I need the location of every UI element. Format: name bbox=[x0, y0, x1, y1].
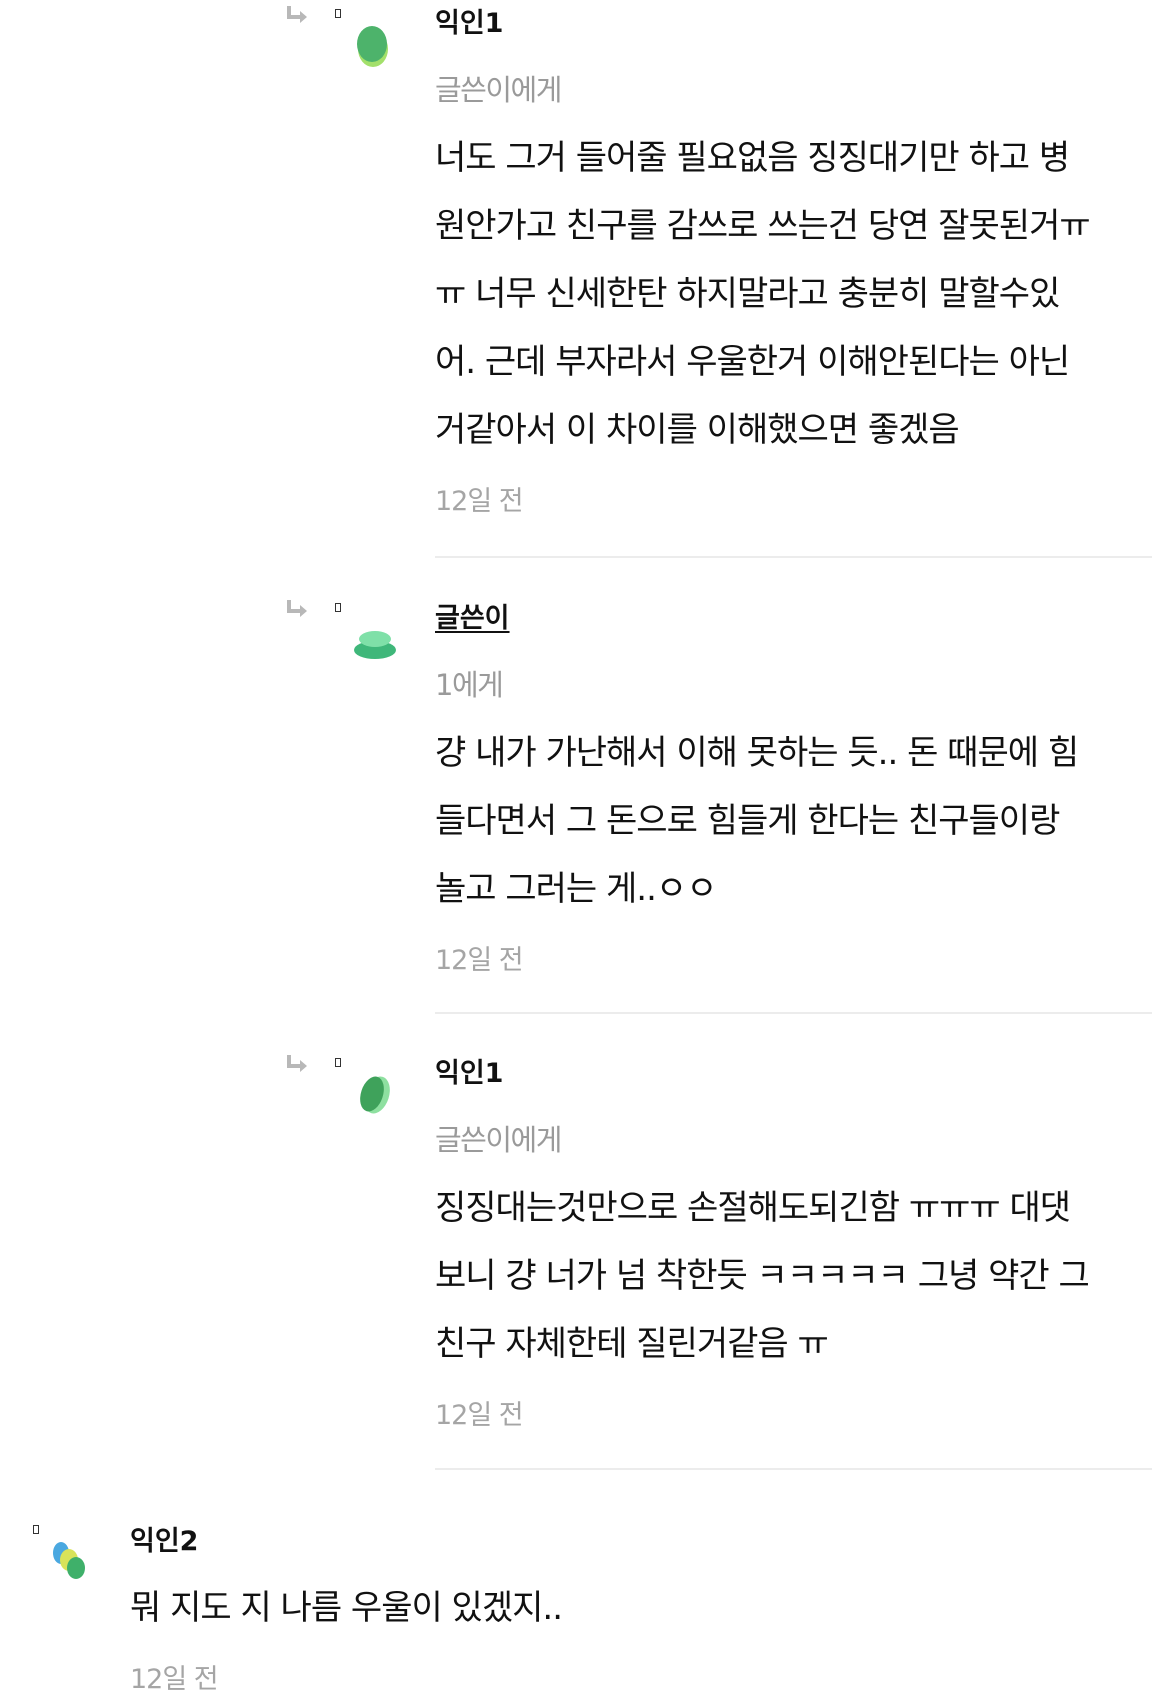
timestamp: 12일 전 bbox=[435, 486, 524, 517]
timestamp: 12일 전 bbox=[130, 1664, 219, 1695]
comment-text: 너도 그거 들어줄 필요없음 징징대기만 하고 병 원안가고 친구를 감쓰로 쓰… bbox=[435, 138, 1091, 450]
reply-target: 글쓴이에게 bbox=[435, 73, 562, 107]
avatar[interactable] bbox=[353, 620, 401, 668]
marker-icon bbox=[335, 603, 341, 612]
reply-arrow-icon bbox=[287, 1055, 307, 1072]
comment-text: 징징대는것만으로 손절해도되긴함 ㅠㅠㅠ 대댓 보니 걍 너가 넘 착한듯 ㅋㅋ… bbox=[435, 1188, 1090, 1364]
timestamp: 12일 전 bbox=[435, 1400, 524, 1431]
reply-arrow-icon bbox=[287, 6, 307, 23]
avatar[interactable] bbox=[48, 1538, 96, 1586]
nickname[interactable]: 익인1 bbox=[435, 1054, 1151, 1094]
nickname[interactable]: 익인2 bbox=[130, 1522, 1130, 1562]
divider bbox=[435, 1012, 1152, 1014]
comment-content: 익인2 뭐 지도 지 나름 우울이 있겠지.. 12일 전 bbox=[130, 1522, 1130, 1698]
avatar[interactable] bbox=[351, 22, 399, 70]
marker-icon bbox=[33, 1525, 39, 1534]
nickname[interactable]: 익인1 bbox=[435, 4, 1151, 44]
comment-content: 글쓴이 1에게 걍 내가 가난해서 이해 못하는 듯.. 돈 때문에 힘 들다면… bbox=[435, 599, 1151, 979]
reply-arrow-icon bbox=[287, 600, 307, 617]
timestamp: 12일 전 bbox=[435, 945, 524, 976]
marker-icon bbox=[335, 1058, 341, 1067]
marker-icon bbox=[335, 9, 341, 18]
nickname[interactable]: 글쓴이 bbox=[435, 599, 1151, 639]
comment-content: 익인1 글쓴이에게 징징대는것만으로 손절해도되긴함 ㅠㅠㅠ 대댓 보니 걍 너… bbox=[435, 1054, 1151, 1434]
divider bbox=[435, 556, 1152, 558]
avatar[interactable] bbox=[353, 1072, 401, 1120]
divider bbox=[435, 1468, 1152, 1470]
reply-target: 1에게 bbox=[435, 668, 504, 702]
comment-text: 걍 내가 가난해서 이해 못하는 듯.. 돈 때문에 힘 들다면서 그 돈으로 … bbox=[435, 733, 1079, 909]
reply-target: 글쓴이에게 bbox=[435, 1123, 562, 1157]
comment-text: 뭐 지도 지 나름 우울이 있겠지.. bbox=[130, 1588, 563, 1628]
comment-content: 익인1 글쓴이에게 너도 그거 들어줄 필요없음 징징대기만 하고 병 원안가고… bbox=[435, 4, 1151, 520]
